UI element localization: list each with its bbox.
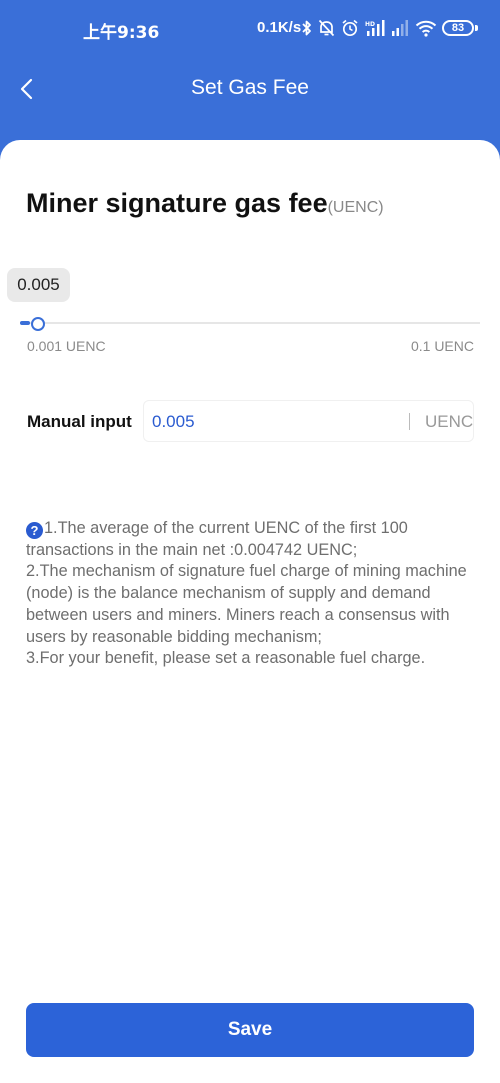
manual-input-box: UENC xyxy=(143,400,474,442)
content-card: Miner signature gas fee(UENC) 0.005 0.00… xyxy=(0,140,500,1083)
slider-min-label: 0.001 UENC xyxy=(27,338,106,354)
slider-thumb[interactable] xyxy=(31,317,45,331)
save-button[interactable]: Save xyxy=(26,1003,474,1057)
bluetooth-icon xyxy=(302,19,312,37)
wifi-icon xyxy=(415,19,437,37)
manual-input-label: Manual input xyxy=(27,412,132,431)
question-circle-icon[interactable]: ? xyxy=(26,522,43,539)
network-speed: 0.1K/s xyxy=(257,19,302,36)
manual-fee-input[interactable] xyxy=(152,409,392,435)
status-bar: 上午9:36 0.1K/s HD 83 xyxy=(0,0,500,58)
section-title-text: Miner signature gas fee xyxy=(26,188,328,218)
page-title: Set Gas Fee xyxy=(191,76,309,99)
app-header: Set Gas Fee xyxy=(0,58,500,140)
section-title-unit: (UENC) xyxy=(327,199,384,216)
note-text-1: 1.The average of the current UENC of the… xyxy=(26,519,408,559)
svg-text:HD: HD xyxy=(365,21,375,28)
manual-input-unit: UENC xyxy=(425,412,474,431)
battery-tip xyxy=(475,25,478,31)
slider-value-tooltip: 0.005 xyxy=(7,268,70,302)
alarm-icon xyxy=(341,19,359,37)
section-title: Miner signature gas fee(UENC) xyxy=(26,188,384,219)
mute-icon xyxy=(318,19,335,37)
battery-icon: 83 xyxy=(442,20,474,36)
status-time: 上午9:36 xyxy=(83,23,160,43)
note-line-1: ? 1.The average of the current UENC of th… xyxy=(26,518,476,561)
slider-track[interactable] xyxy=(20,322,480,324)
signal-icon: HD xyxy=(365,19,385,37)
slider-fill xyxy=(20,321,30,325)
signal-weak-icon xyxy=(391,19,409,37)
note-line-3: 3.For your benefit, please set a reasona… xyxy=(26,649,426,668)
status-icons: HD xyxy=(302,16,443,40)
fee-notes: ? 1.The average of the current UENC of th… xyxy=(26,518,476,670)
input-divider xyxy=(409,413,410,430)
note-line-2: 2.The mechanism of signature fuel charge… xyxy=(26,562,467,646)
battery-level: 83 xyxy=(451,22,465,34)
slider-max-label: 0.1 UENC xyxy=(410,338,474,354)
